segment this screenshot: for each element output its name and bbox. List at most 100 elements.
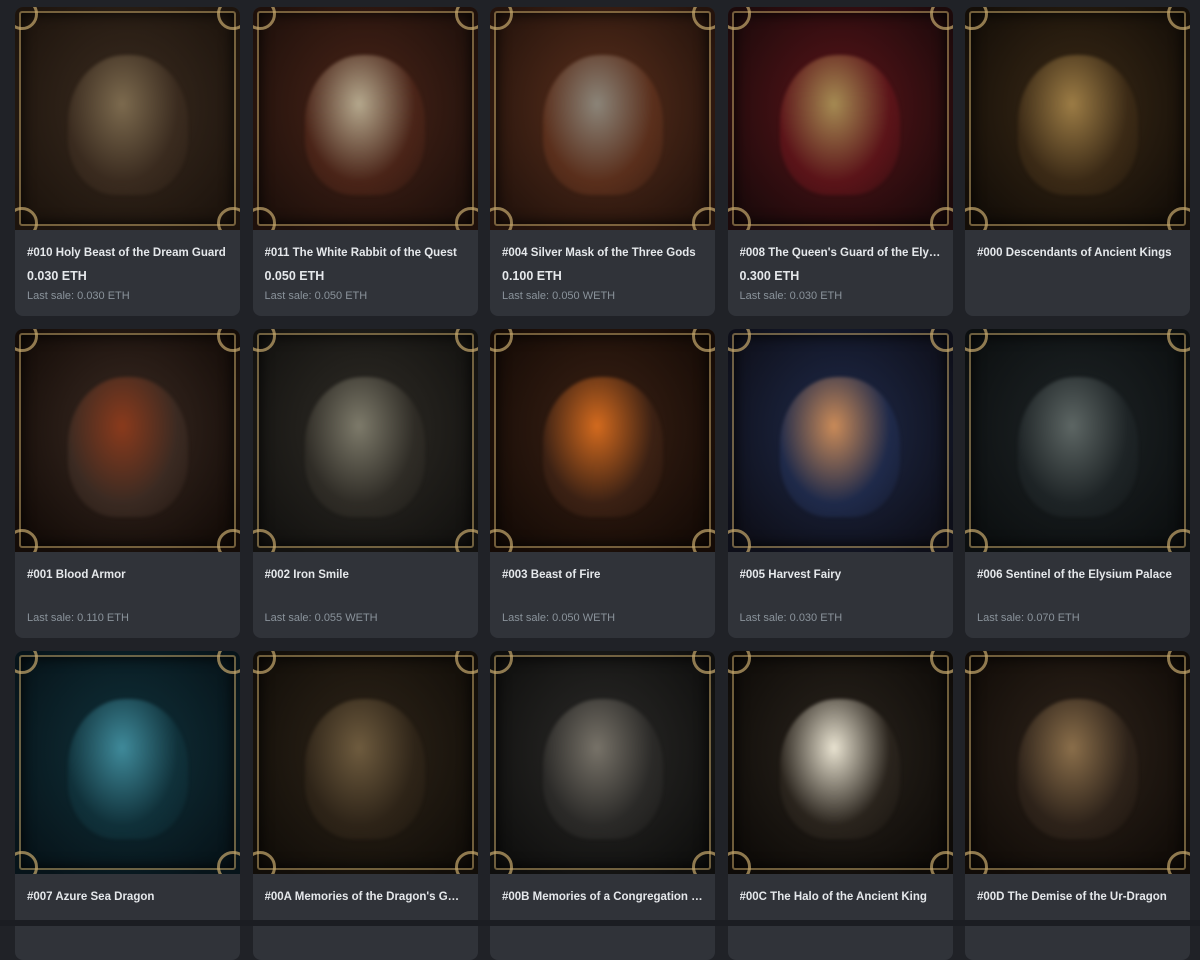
fire-breathing-dragon-art[interactable] [490,329,715,552]
card-last-sale: Last sale: 0.050 ETH [264,290,368,302]
nft-card[interactable]: #00C The Halo of the Ancient King [727,651,953,960]
card-title[interactable]: #007 Azure Sea Dragon [27,890,228,905]
card-title[interactable]: #010 Holy Beast of the Dream Guard [27,246,228,261]
nft-card-grid: #010 Holy Beast of the Dream Guard 0.030 … [15,7,1191,960]
nft-card[interactable]: #011 The White Rabbit of the Quest 0.050 … [252,7,478,316]
nft-card[interactable]: #006 Sentinel of the Elysium Palace Last … [965,329,1190,638]
card-info: #00A Memories of the Dragon's Guardian [253,890,478,947]
card-info: #004 Silver Mask of the Three Gods 0.100 … [490,246,715,303]
nft-card[interactable]: #00B Memories of a Congregation of Knigh… [490,651,715,960]
armored-knight-helmet-art[interactable] [727,7,953,230]
ornate-frame [731,11,949,226]
ornate-frame [494,333,711,548]
ornate-frame [256,333,474,548]
azure-sea-dragon-art[interactable] [15,651,240,874]
card-title[interactable]: #006 Sentinel of the Elysium Palace [977,568,1178,583]
ornate-frame [19,11,236,226]
gothic-cathedral-art[interactable] [490,651,715,874]
card-title[interactable]: #00D The Demise of the Ur-Dragon [977,890,1178,905]
card-title[interactable]: #000 Descendants of Ancient Kings [977,246,1178,261]
card-last-sale: Last sale: 0.050 WETH [502,612,616,624]
card-price [265,590,466,606]
ornate-frame [256,11,474,226]
card-last-sale [740,933,941,947]
nft-card[interactable]: #00D The Demise of the Ur-Dragon [965,651,1190,960]
nft-card[interactable]: #00A Memories of the Dragon's Guardian [252,651,478,960]
card-last-sale: Last sale: 0.030 ETH [739,612,843,624]
card-title[interactable]: #004 Silver Mask of the Three Gods [502,246,703,261]
card-title[interactable]: #00C The Halo of the Ancient King [740,890,941,905]
ur-dragon-demise-art[interactable] [965,651,1190,874]
card-title[interactable]: #011 The White Rabbit of the Quest [265,246,466,261]
nft-card[interactable]: #000 Descendants of Ancient Kings [965,7,1190,316]
card-price: 0.100 ETH [502,269,562,283]
card-info: #00B Memories of a Congregation of Knigh… [490,890,715,947]
ornate-frame [494,655,711,870]
silver-skull-mask-art[interactable] [490,7,715,230]
card-info: #00D The Demise of the Ur-Dragon [965,890,1190,947]
card-info: #000 Descendants of Ancient Kings [965,246,1190,303]
card-info: #001 Blood Armor Last sale: 0.110 ETH [15,568,240,625]
card-price [740,590,941,606]
card-last-sale [977,289,1178,303]
card-last-sale: Last sale: 0.030 ETH [27,290,130,302]
eclipse-halo-king-art[interactable] [727,651,953,874]
ornate-frame [19,655,236,870]
blood-armor-art[interactable] [15,329,240,552]
ornate-frame [969,333,1186,548]
card-title[interactable]: #005 Harvest Fairy [740,568,941,583]
card-last-sale: Last sale: 0.070 ETH [977,612,1080,624]
card-last-sale [977,933,1178,947]
nft-card[interactable]: #005 Harvest Fairy Last sale: 0.030 ETH [727,329,953,638]
ornate-frame [969,11,1186,226]
nft-card[interactable]: #001 Blood Armor Last sale: 0.110 ETH [15,329,240,638]
sentinel-knight-art[interactable] [965,329,1190,552]
ancient-king-skull-art[interactable] [965,7,1190,230]
card-title[interactable]: #00B Memories of a Congregation of Knigh… [502,890,703,905]
card-info: #006 Sentinel of the Elysium Palace Last … [965,568,1190,625]
card-info: #007 Azure Sea Dragon [15,890,240,947]
card-title[interactable]: #001 Blood Armor [27,568,228,583]
card-last-sale: Last sale: 0.055 WETH [264,612,378,624]
card-info: #00C The Halo of the Ancient King [728,890,953,947]
nft-card[interactable]: #008 The Queen's Guard of the Elysium Pa… [727,7,953,316]
ram-horned-beast-art[interactable] [15,7,240,230]
nft-card[interactable]: #007 Azure Sea Dragon [15,651,240,960]
card-last-sale: Last sale: 0.110 ETH [27,612,129,624]
card-info: #011 The White Rabbit of the Quest 0.050 … [253,246,478,303]
card-price: 0.030 ETH [27,269,87,283]
card-title[interactable]: #008 The Queen's Guard of the Elysium Pa… [740,246,941,261]
nft-card[interactable]: #003 Beast of Fire Last sale: 0.050 WETH [490,329,715,638]
card-info: #008 The Queen's Guard of the Elysium Pa… [728,246,953,303]
nft-card[interactable]: #002 Iron Smile Last sale: 0.055 WETH [252,329,478,638]
card-info: #010 Holy Beast of the Dream Guard 0.030 … [15,246,240,303]
card-last-sale [265,933,466,947]
ornate-frame [731,655,949,870]
bottom-bar [0,920,1200,926]
iron-smile-mask-art[interactable] [252,329,478,552]
card-price: 0.300 ETH [739,269,800,283]
pumpkin-head-fairy-art[interactable] [727,329,953,552]
ornate-frame [19,333,236,548]
nft-card[interactable]: #004 Silver Mask of the Three Gods 0.100 … [490,7,715,316]
white-rabbit-armor-art[interactable] [252,7,478,230]
card-price [977,590,1178,606]
card-last-sale: Last sale: 0.030 ETH [739,290,843,302]
ornate-frame [494,11,711,226]
card-title[interactable]: #003 Beast of Fire [502,568,703,583]
ornate-frame [256,655,474,870]
card-last-sale [27,933,228,947]
card-info: #005 Harvest Fairy Last sale: 0.030 ETH [728,568,953,625]
nft-card[interactable]: #010 Holy Beast of the Dream Guard 0.030 … [15,7,240,316]
card-price [27,590,228,606]
ornate-frame [731,333,949,548]
card-title[interactable]: #002 Iron Smile [265,568,466,583]
dragon-guardian-knight-art[interactable] [252,651,478,874]
card-last-sale: Last sale: 0.050 WETH [502,290,616,302]
card-price [977,268,1178,284]
card-price: 0.050 ETH [264,269,325,283]
card-title[interactable]: #00A Memories of the Dragon's Guardian [265,890,466,905]
ornate-frame [969,655,1186,870]
card-last-sale [502,933,703,947]
card-info: #003 Beast of Fire Last sale: 0.050 WETH [490,568,715,625]
